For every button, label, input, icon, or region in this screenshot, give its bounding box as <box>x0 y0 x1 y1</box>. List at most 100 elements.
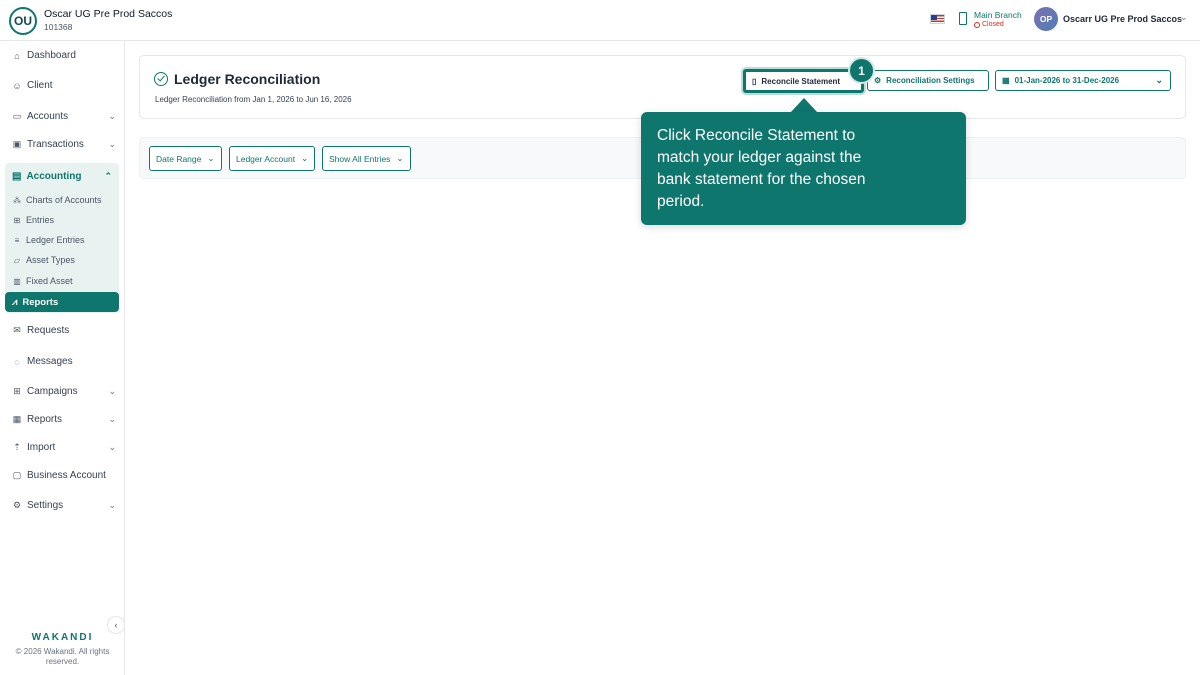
reconcile-statement-button[interactable]: ▯ Reconcile Statement <box>743 69 864 93</box>
sitemap-icon: ⁂ <box>13 195 21 205</box>
sidebar-item-messages[interactable]: ◌ Messages <box>12 356 116 367</box>
chevron-down-icon: ⌄ <box>207 153 215 163</box>
org-name: Oscar UG Pre Prod Saccos <box>44 8 173 20</box>
transactions-icon: ▣ <box>12 139 22 149</box>
closed-status-icon <box>974 21 980 28</box>
sidebar-subitem-label: Charts of Accounts <box>26 195 102 205</box>
check-circle-icon <box>154 72 168 86</box>
calendar-icon: ▦ <box>1002 76 1010 85</box>
sidebar-item-settings[interactable]: ⚙ Settings ⌄ <box>12 500 116 511</box>
user-avatar[interactable]: OP <box>1034 7 1058 31</box>
sidebar-item-label: Requests <box>27 325 70 336</box>
sidebar-item-accounting[interactable]: ▤ Accounting ⌃ <box>12 171 112 182</box>
branch-status: Closed <box>974 21 1004 28</box>
sidebar-item-business-account[interactable]: ▢ Business Account <box>12 470 116 481</box>
user-name[interactable]: Oscarr UG Pre Prod Saccos <box>1063 14 1182 24</box>
sidebar-item-transactions[interactable]: ▣ Transactions ⌄ <box>12 139 116 150</box>
top-bar: OU Oscar UG Pre Prod Saccos 101368 Main … <box>0 0 1200 41</box>
sidebar-subitem-entries[interactable]: ⊞ Entries <box>12 215 54 225</box>
org-id: 101368 <box>44 22 73 32</box>
chevron-down-icon: ⌄ <box>396 153 404 163</box>
sidebar-subitem-charts-of-accounts[interactable]: ⁂ Charts of Accounts <box>12 195 102 205</box>
sidebar-subitem-asset-types[interactable]: ▱ Asset Types <box>12 255 75 265</box>
us-flag-icon[interactable] <box>930 14 945 24</box>
sidebar-item-label: Accounts <box>27 111 69 122</box>
sidebar-item-label: Dashboard <box>27 50 76 61</box>
users-icon: ☺ <box>12 80 22 91</box>
grid-icon: ⊞ <box>13 386 21 396</box>
show-entries-filter[interactable]: Show All Entries ⌄ <box>322 146 411 171</box>
copyright: © 2026 Wakandi. All rights reserved. <box>15 647 110 666</box>
sidebar-item-reports[interactable]: ▦ Reports ⌄ <box>12 414 116 425</box>
table-icon: ⊞ <box>13 215 21 225</box>
sidebar-item-label: Reports <box>27 414 63 425</box>
sidebar-subitem-label: Fixed Asset <box>26 276 73 286</box>
wallet-icon: ▭ <box>12 111 22 121</box>
chevron-down-icon: ⌄ <box>108 442 116 452</box>
document-icon: ▯ <box>752 76 757 86</box>
chevron-down-icon: ⌄ <box>108 500 116 510</box>
folder-icon: ▱ <box>13 255 21 265</box>
sidebar-item-label: Import <box>27 442 56 453</box>
sidebar-item-label: Client <box>27 80 53 91</box>
page-subtitle: Ledger Reconciliation from Jan 1, 2026 t… <box>155 95 352 104</box>
date-range-picker[interactable]: ▦ 01-Jan-2026 to 31-Dec-2026 ⌄ <box>995 70 1171 91</box>
ledger-account-filter[interactable]: Ledger Account ⌄ <box>229 146 316 171</box>
message-icon: ◌ <box>14 356 20 367</box>
chevron-down-icon: ⌄ <box>108 414 116 424</box>
sidebar-item-accounts[interactable]: ▭ Accounts ⌄ <box>12 111 116 122</box>
sidebar-item-label: Transactions <box>27 139 84 150</box>
date-range-value: 01-Jan-2026 to 31-Dec-2026 <box>1014 76 1120 85</box>
sidebar-item-label: Messages <box>27 356 73 367</box>
sidebar-item-campaigns[interactable]: ⊞ Campaigns ⌄ <box>12 386 116 397</box>
reconciliation-settings-button[interactable]: ⚙ Reconciliation Settings <box>867 70 989 91</box>
sidebar-item-label: Accounting <box>26 171 82 182</box>
briefcase-icon: ▢ <box>12 470 22 480</box>
org-avatar[interactable]: OU <box>9 7 37 35</box>
ledger-icon: ▤ <box>12 171 22 182</box>
gear-icon: ⚙ <box>874 76 882 85</box>
chevron-down-icon: ⌄ <box>108 386 116 396</box>
chevron-down-icon: ⌄ <box>108 139 116 149</box>
tour-step-badge: 1 <box>848 57 875 84</box>
branch-building-icon[interactable] <box>959 12 967 25</box>
tour-tooltip: Click Reconcile Statement to match your … <box>641 112 966 225</box>
upload-icon: ⇡ <box>13 442 21 452</box>
sidebar-subitem-ledger-entries[interactable]: ≡ Ledger Entries <box>12 235 85 245</box>
date-range-filter[interactable]: Date Range ⌄ <box>149 146 222 171</box>
tooltip-arrow <box>790 98 818 113</box>
sidebar-item-import[interactable]: ⇡ Import ⌄ <box>12 442 116 453</box>
list-icon: ≡ <box>14 235 20 245</box>
reconcile-statement-label: Reconcile Statement <box>761 76 841 86</box>
mail-icon: ✉ <box>13 325 21 335</box>
show-entries-filter-label: Show All Entries <box>329 153 391 164</box>
ledger-account-filter-label: Ledger Account <box>236 153 296 164</box>
home-icon: ⌂ <box>14 50 20 61</box>
page-title: Ledger Reconciliation <box>174 71 321 87</box>
tour-tooltip-text: Click Reconcile Statement to match your … <box>657 127 866 210</box>
branch-name[interactable]: Main Branch <box>974 10 1022 20</box>
chart-icon: ⩘ <box>12 296 18 308</box>
sidebar-item-dashboard[interactable]: ⌂ Dashboard <box>12 50 116 61</box>
sidebar-subitem-label: Asset Types <box>26 255 75 265</box>
sidebar-subitem-reports[interactable]: ⩘ Reports <box>5 292 119 312</box>
sidebar-item-requests[interactable]: ✉ Requests <box>12 325 116 336</box>
chevron-down-icon: ⌄ <box>1155 75 1163 85</box>
gear-icon: ⚙ <box>12 500 22 510</box>
sidebar-item-client[interactable]: ☺ Client <box>12 80 116 91</box>
brand-logo: WAKANDI <box>31 632 94 643</box>
sidebar-item-label: Settings <box>27 500 64 511</box>
sidebar-item-label: Campaigns <box>27 386 78 397</box>
sidebar-subitem-label: Ledger Entries <box>26 235 85 245</box>
sidebar-subitem-fixed-asset[interactable]: ▥ Fixed Asset <box>12 276 73 286</box>
sidebar-subitem-label: Entries <box>26 215 55 225</box>
sidebar-subitem-label: Reports <box>22 296 59 308</box>
chevron-down-icon[interactable]: ⌄ <box>1180 12 1188 23</box>
reconciliation-settings-label: Reconciliation Settings <box>886 76 975 85</box>
chevron-up-icon: ⌃ <box>104 171 112 181</box>
building-icon: ▥ <box>13 276 21 286</box>
branch-status-label: Closed <box>982 21 1004 28</box>
sidebar-item-label: Business Account <box>27 470 106 481</box>
sidebar: ⌂ Dashboard ☺ Client ▭ Accounts ⌄ ▣ Tran… <box>0 41 125 675</box>
chevron-down-icon: ⌄ <box>108 111 116 121</box>
